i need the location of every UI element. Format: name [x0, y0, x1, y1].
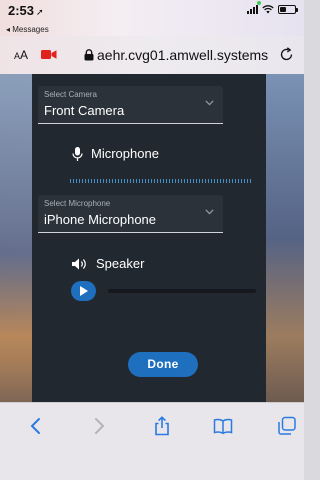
- location-icon: ➚: [36, 7, 44, 17]
- speaker-heading-text: Speaker: [96, 256, 145, 271]
- browser-toolbar: [0, 402, 304, 480]
- status-icons: [247, 5, 298, 14]
- back-icon[interactable]: [26, 416, 46, 436]
- speaker-playback-track[interactable]: [108, 289, 256, 293]
- back-to-messages-link[interactable]: ◂ Messages: [6, 25, 49, 34]
- bookmarks-icon[interactable]: [213, 416, 233, 436]
- background-left-edge: [0, 74, 32, 402]
- microphone-select-label: Select Microphone: [44, 199, 111, 208]
- camera-select-label: Select Camera: [44, 90, 97, 99]
- status-bar: 2:53 ➚ ◂ Messages: [0, 0, 304, 36]
- battery-level: [280, 7, 286, 12]
- microphone-level-meter: [70, 179, 253, 183]
- signal-icon: [247, 5, 258, 14]
- share-icon[interactable]: [152, 416, 172, 436]
- camera-select-value: Front Camera: [44, 103, 125, 118]
- microphone-select-value: iPhone Microphone: [44, 212, 157, 227]
- text-size-button[interactable]: AAAA: [14, 48, 28, 62]
- wifi-icon: [262, 5, 274, 14]
- battery-icon: [278, 5, 298, 14]
- microphone-select[interactable]: Select Microphone iPhone Microphone: [38, 195, 223, 233]
- microphone-heading: Microphone: [72, 146, 159, 161]
- tabs-icon[interactable]: [277, 416, 297, 436]
- camera-select[interactable]: Select Camera Front Camera: [38, 86, 223, 124]
- play-test-sound-button[interactable]: [71, 281, 96, 301]
- address-bar: AAAA aehr.cvg01.amwell.systems: [0, 36, 304, 74]
- chevron-down-icon: [205, 100, 214, 106]
- speaker-icon: [72, 258, 86, 269]
- reload-icon[interactable]: [279, 47, 294, 62]
- chevron-down-icon: [205, 209, 214, 215]
- play-icon: [80, 286, 88, 296]
- status-time: 2:53 ➚: [8, 3, 44, 18]
- done-button[interactable]: Done: [128, 352, 198, 377]
- microphone-icon: [72, 146, 83, 161]
- forward-icon[interactable]: [89, 416, 109, 436]
- microphone-heading-text: Microphone: [91, 146, 159, 161]
- camera-recording-icon[interactable]: [41, 49, 57, 60]
- url-text[interactable]: aehr.cvg01.amwell.systems: [97, 47, 268, 63]
- lock-icon: [84, 49, 94, 61]
- time-text: 2:53: [8, 3, 35, 18]
- speaker-heading: Speaker: [72, 256, 144, 271]
